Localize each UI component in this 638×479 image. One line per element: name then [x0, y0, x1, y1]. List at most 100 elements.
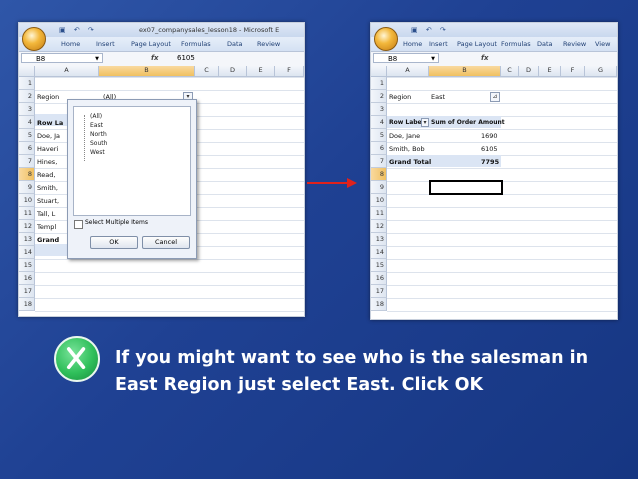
column-header-g[interactable]: G [585, 66, 617, 77]
office-button[interactable] [374, 27, 398, 51]
fx-icon[interactable]: fx [151, 54, 159, 62]
select-all-corner[interactable] [19, 66, 35, 77]
row-header-7[interactable]: 7 [19, 155, 35, 168]
filter-item-west[interactable]: West [90, 149, 105, 156]
ok-button[interactable]: OK [90, 236, 138, 249]
fx-icon[interactable]: fx [481, 54, 489, 62]
cell-a6[interactable]: Grand Total [389, 156, 431, 168]
cell-a1[interactable]: Region [389, 91, 411, 103]
filter-item-all[interactable]: (All) [90, 113, 102, 120]
cell-a3[interactable]: Row La [37, 117, 63, 129]
filter-item-south[interactable]: South [90, 140, 107, 147]
row-header-6[interactable]: 6 [371, 142, 387, 155]
row-header-7[interactable]: 7 [371, 155, 387, 168]
column-header-e[interactable]: E [247, 66, 275, 77]
cell-a7[interactable]: Read, [37, 169, 55, 181]
cell-a6[interactable]: Hines, [37, 156, 57, 168]
quick-access-toolbar[interactable]: ▣ ↶ ↷ [411, 26, 449, 34]
cell-b5[interactable]: 6105 [481, 143, 498, 155]
cell-b4[interactable]: 1690 [481, 130, 498, 142]
chevron-down-icon[interactable]: ▾ [421, 118, 429, 127]
region-filter-list[interactable]: (All) East North South West [73, 106, 191, 216]
cell-grid[interactable] [387, 77, 617, 319]
row-header-6[interactable]: 6 [19, 142, 35, 155]
cancel-button[interactable]: Cancel [142, 236, 190, 249]
column-header-d[interactable]: D [519, 66, 539, 77]
row-header-10[interactable]: 10 [19, 194, 35, 207]
row-header-15[interactable]: 15 [371, 259, 387, 272]
cell-a8[interactable]: Smith, [37, 182, 58, 194]
row-header-8[interactable]: 8 [371, 168, 387, 181]
filter-item-north[interactable]: North [90, 131, 107, 138]
cell-a10[interactable]: Tall, L [37, 208, 55, 220]
cell-a4[interactable]: Doe, Jane [389, 130, 420, 142]
row-header-11[interactable]: 11 [19, 207, 35, 220]
tab-insert[interactable]: Insert [96, 40, 115, 48]
row-header-2[interactable]: 2 [371, 90, 387, 103]
cell-b6[interactable]: 7795 [481, 156, 499, 168]
row-header-4[interactable]: 4 [371, 116, 387, 129]
row-header-17[interactable]: 17 [19, 285, 35, 298]
cell-a11[interactable]: Templ [37, 221, 56, 233]
row-header-5[interactable]: 5 [371, 129, 387, 142]
row-header-14[interactable]: 14 [19, 246, 35, 259]
row-header-17[interactable]: 17 [371, 285, 387, 298]
row-header-12[interactable]: 12 [371, 220, 387, 233]
tab-insert[interactable]: Insert [429, 40, 448, 48]
row-header-13[interactable]: 13 [371, 233, 387, 246]
row-header-3[interactable]: 3 [371, 103, 387, 116]
column-header-c[interactable]: C [195, 66, 219, 77]
row-header-14[interactable]: 14 [371, 246, 387, 259]
row-header-9[interactable]: 9 [19, 181, 35, 194]
tab-page-layout[interactable]: Page Layout [131, 40, 171, 48]
formula-value[interactable]: 6105 [177, 54, 195, 62]
tab-formulas[interactable]: Formulas [181, 40, 211, 48]
column-header-f[interactable]: F [275, 66, 304, 77]
row-header-2[interactable]: 2 [19, 90, 35, 103]
row-header-3[interactable]: 3 [19, 103, 35, 116]
name-box[interactable]: B8 ▼ [21, 53, 103, 63]
column-header-a[interactable]: A [35, 66, 99, 77]
active-cell-b8[interactable] [429, 180, 503, 195]
cell-a4[interactable]: Doe, Ja [37, 130, 60, 142]
office-button[interactable] [22, 27, 46, 51]
tab-page-layout[interactable]: Page Layout [457, 40, 497, 48]
cell-b1[interactable]: East [431, 91, 445, 103]
column-header-f[interactable]: F [561, 66, 585, 77]
row-header-1[interactable]: 1 [19, 77, 35, 90]
cell-a9[interactable]: Stuart, [37, 195, 59, 207]
row-header-11[interactable]: 11 [371, 207, 387, 220]
column-header-a[interactable]: A [387, 66, 429, 77]
row-header-1[interactable]: 1 [371, 77, 387, 90]
cell-a5[interactable]: Smith, Bob [389, 143, 425, 155]
name-box[interactable]: B8 ▼ [373, 53, 439, 63]
tab-formulas[interactable]: Formulas [501, 40, 531, 48]
row-header-9[interactable]: 9 [371, 181, 387, 194]
row-header-8[interactable]: 8 [19, 168, 35, 181]
row-header-18[interactable]: 18 [371, 298, 387, 311]
column-header-b[interactable]: B [99, 66, 195, 77]
cell-a1[interactable]: Region [37, 91, 59, 103]
select-multiple-checkbox[interactable] [74, 220, 83, 229]
row-header-16[interactable]: 16 [19, 272, 35, 285]
tab-data[interactable]: Data [537, 40, 553, 48]
tab-data[interactable]: Data [227, 40, 243, 48]
column-header-e[interactable]: E [539, 66, 561, 77]
row-header-5[interactable]: 5 [19, 129, 35, 142]
filter-item-east[interactable]: East [90, 122, 103, 129]
quick-access-toolbar[interactable]: ▣ ↶ ↷ [59, 26, 97, 34]
row-header-10[interactable]: 10 [371, 194, 387, 207]
row-header-4[interactable]: 4 [19, 116, 35, 129]
filter-icon[interactable]: ⊿ [490, 92, 500, 102]
row-header-18[interactable]: 18 [19, 298, 35, 311]
row-header-13[interactable]: 13 [19, 233, 35, 246]
column-header-d[interactable]: D [219, 66, 247, 77]
row-header-16[interactable]: 16 [371, 272, 387, 285]
row-header-12[interactable]: 12 [19, 220, 35, 233]
tab-review[interactable]: Review [563, 40, 586, 48]
cell-a5[interactable]: Haveri [37, 143, 58, 155]
cell-a12[interactable]: Grand [37, 234, 59, 246]
select-all-corner[interactable] [371, 66, 387, 77]
tab-home[interactable]: Home [61, 40, 80, 48]
tab-view[interactable]: View [595, 40, 610, 48]
